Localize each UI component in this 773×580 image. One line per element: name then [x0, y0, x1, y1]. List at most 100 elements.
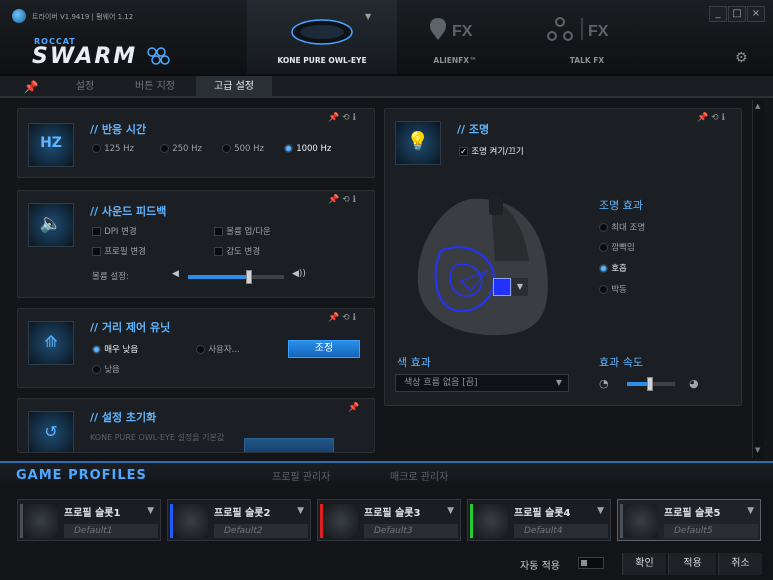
roccat-logo-icon: [12, 9, 26, 23]
tab-profile-manager[interactable]: 프로필 관리자: [272, 468, 330, 483]
tab-alienfx[interactable]: FX ALIENFX™: [380, 0, 530, 74]
slot-profile-name[interactable]: Default3: [364, 524, 458, 538]
gear-icon[interactable]: ⚙: [735, 50, 748, 66]
radio-125hz[interactable]: 125 Hz: [92, 143, 134, 154]
slot-name: 프로필 슬롯4: [514, 508, 571, 519]
subtab-button-assign[interactable]: 버튼 지정: [120, 76, 190, 98]
pin-icon[interactable]: 📌: [348, 403, 359, 413]
speed-slider-knob[interactable]: [647, 377, 654, 391]
lighting-toggle-checkbox[interactable]: ✓ 조명 켜기/끄기: [459, 145, 524, 157]
profile-slot-5[interactable]: 프로필 슬롯5 ▼ Default5: [617, 499, 761, 541]
lighting-panel: 💡 // 조명 📌 ⟲ ℹ ✓ 조명 켜기/끄기 ▼ 조명 효과 최대 조명 깜…: [384, 108, 742, 406]
panel-tools[interactable]: 📌 ⟲ ℹ: [328, 313, 356, 323]
volume-low-icon: ◀: [172, 269, 179, 279]
slot-color-accent: [620, 504, 623, 538]
radio-pulse[interactable]: 박동: [599, 283, 627, 295]
profile-slot-3[interactable]: 프로필 슬롯3 ▼ Default3: [317, 499, 461, 541]
slot-color-accent: [170, 504, 173, 538]
toggle-knob: [581, 560, 587, 566]
radio-500hz[interactable]: 500 Hz: [222, 143, 264, 154]
chevron-down-icon[interactable]: ▼: [297, 506, 304, 516]
reset-desc: KONE PURE OWL-EYE 설정을 기본값: [90, 433, 225, 442]
subtab-settings[interactable]: 설정: [60, 76, 110, 98]
slot-name: 프로필 슬롯2: [214, 508, 271, 519]
tab-kone-pure[interactable]: KONE PURE OWL-EYE: [247, 0, 397, 74]
tab-macro-manager[interactable]: 매크로 관리자: [390, 468, 448, 483]
slot-profile-name[interactable]: Default5: [664, 524, 758, 538]
reset-title: // 설정 초기화: [90, 411, 157, 424]
radio-low[interactable]: 낮음: [92, 363, 120, 375]
panel-tools[interactable]: 📌 ⟲ ℹ: [328, 195, 356, 205]
profile-slot-1[interactable]: 프로필 슬롯1 ▼ Default1: [17, 499, 161, 541]
subtab-advanced[interactable]: 고급 설정: [196, 76, 272, 98]
volume-slider[interactable]: [188, 275, 284, 279]
volume-slider-knob[interactable]: [246, 270, 253, 284]
slot-color-accent: [20, 504, 23, 538]
color-effect-dropdown[interactable]: 색상 흐름 없음 [끔] ▼: [395, 374, 569, 392]
slot-profile-name[interactable]: Default2: [214, 524, 308, 538]
pin-icon[interactable]: 📌: [18, 76, 44, 98]
radio-breathing[interactable]: 호흡: [599, 262, 627, 274]
speed-slow-icon: ◔: [599, 377, 609, 390]
reset-button[interactable]: [244, 438, 334, 452]
panel-tools[interactable]: 📌 ⟲ ℹ: [328, 113, 356, 123]
slot-name: 프로필 슬롯5: [664, 508, 721, 519]
volume-slider-fill: [188, 275, 250, 279]
roccat-profile-icon: [474, 504, 508, 538]
radio-250hz[interactable]: 250 Hz: [160, 143, 202, 154]
auto-apply-toggle[interactable]: [578, 557, 604, 569]
panel-tools[interactable]: 📌 ⟲ ℹ: [697, 113, 725, 123]
radio-very-low[interactable]: 매우 낮음: [92, 343, 138, 355]
tab-alienfx-label: ALIENFX™: [433, 56, 477, 65]
version-text: 트라이버 V1.9419 | 펌웨어 1.12: [32, 13, 134, 21]
roccat-profile-icon: [174, 504, 208, 538]
color-effect-value: 색상 흐름 없음 [끔]: [404, 378, 478, 388]
device-dropdown-icon[interactable]: ▼: [365, 12, 371, 21]
chevron-down-icon[interactable]: ▼: [747, 506, 754, 516]
slot-profile-name[interactable]: Default4: [514, 524, 608, 538]
apply-button[interactable]: 적용: [668, 553, 716, 575]
game-profiles-title: GAME PROFILES: [16, 468, 147, 483]
tab-talkfx-label: TALK FX: [569, 56, 605, 65]
scroll-down-icon[interactable]: ▼: [755, 446, 760, 454]
scroll-up-icon[interactable]: ▲: [755, 102, 760, 110]
svg-text:FX: FX: [588, 23, 609, 40]
check-dpi-change[interactable]: DPI 변경: [92, 225, 137, 237]
sound-feedback-panel: 🔈 // 사운드 피드백 📌 ⟲ ℹ DPI 변경 볼륨 업/다운 프로필 변경…: [17, 190, 375, 298]
profile-slot-4[interactable]: 프로필 슬롯4 ▼ Default4: [467, 499, 611, 541]
content-scrollbar[interactable]: ▲ ▼: [752, 100, 764, 458]
mouse-device-icon: [291, 19, 353, 45]
tab-talkfx[interactable]: FX TALK FX: [512, 0, 662, 74]
maximize-button[interactable]: □: [728, 6, 746, 22]
color-dropdown-icon[interactable]: ▼: [512, 278, 528, 296]
reset-icon: ↺: [28, 411, 74, 452]
check-volume-updown[interactable]: 볼륨 업/다운: [214, 225, 271, 237]
profile-slot-2[interactable]: 프로필 슬롯2 ▼ Default2: [167, 499, 311, 541]
radio-1000hz[interactable]: 1000 Hz: [284, 143, 331, 154]
chevron-down-icon: ▼: [555, 378, 562, 387]
close-button[interactable]: ×: [747, 6, 765, 22]
speaker-icon: 🔈: [28, 203, 74, 247]
minimize-button[interactable]: _: [709, 6, 727, 22]
light-bulb-icon: 💡: [395, 121, 441, 165]
distance-control-panel: ⟰ // 거리 제어 유닛 📌 ⟲ ℹ 매우 낮음 사용자... 낮음 조정: [17, 308, 375, 388]
radio-custom[interactable]: 사용자...: [196, 343, 240, 355]
radio-blink[interactable]: 깜빡임: [599, 241, 635, 253]
roccat-profile-icon: [324, 504, 358, 538]
lighting-color-swatch[interactable]: [493, 278, 511, 296]
distance-icon: ⟰: [28, 321, 74, 365]
cancel-button[interactable]: 취소: [718, 553, 762, 575]
adjust-button[interactable]: 조정: [288, 340, 360, 358]
chevron-down-icon[interactable]: ▼: [597, 506, 604, 516]
alienfx-icon: FX: [430, 18, 473, 40]
check-profile-change[interactable]: 프로필 변경: [92, 245, 146, 257]
slot-name: 프로필 슬롯3: [364, 508, 421, 519]
slot-profile-name[interactable]: Default1: [64, 524, 158, 538]
tab-kone-pure-label: KONE PURE OWL-EYE: [277, 56, 367, 65]
chevron-down-icon[interactable]: ▼: [147, 506, 154, 516]
chevron-down-icon[interactable]: ▼: [447, 506, 454, 516]
ok-button[interactable]: 확인: [622, 553, 666, 575]
check-sensitivity-change[interactable]: 감도 변경: [214, 245, 260, 257]
lighting-effects-title: 조명 효과: [599, 199, 643, 212]
radio-max-light[interactable]: 최대 조명: [599, 221, 645, 233]
